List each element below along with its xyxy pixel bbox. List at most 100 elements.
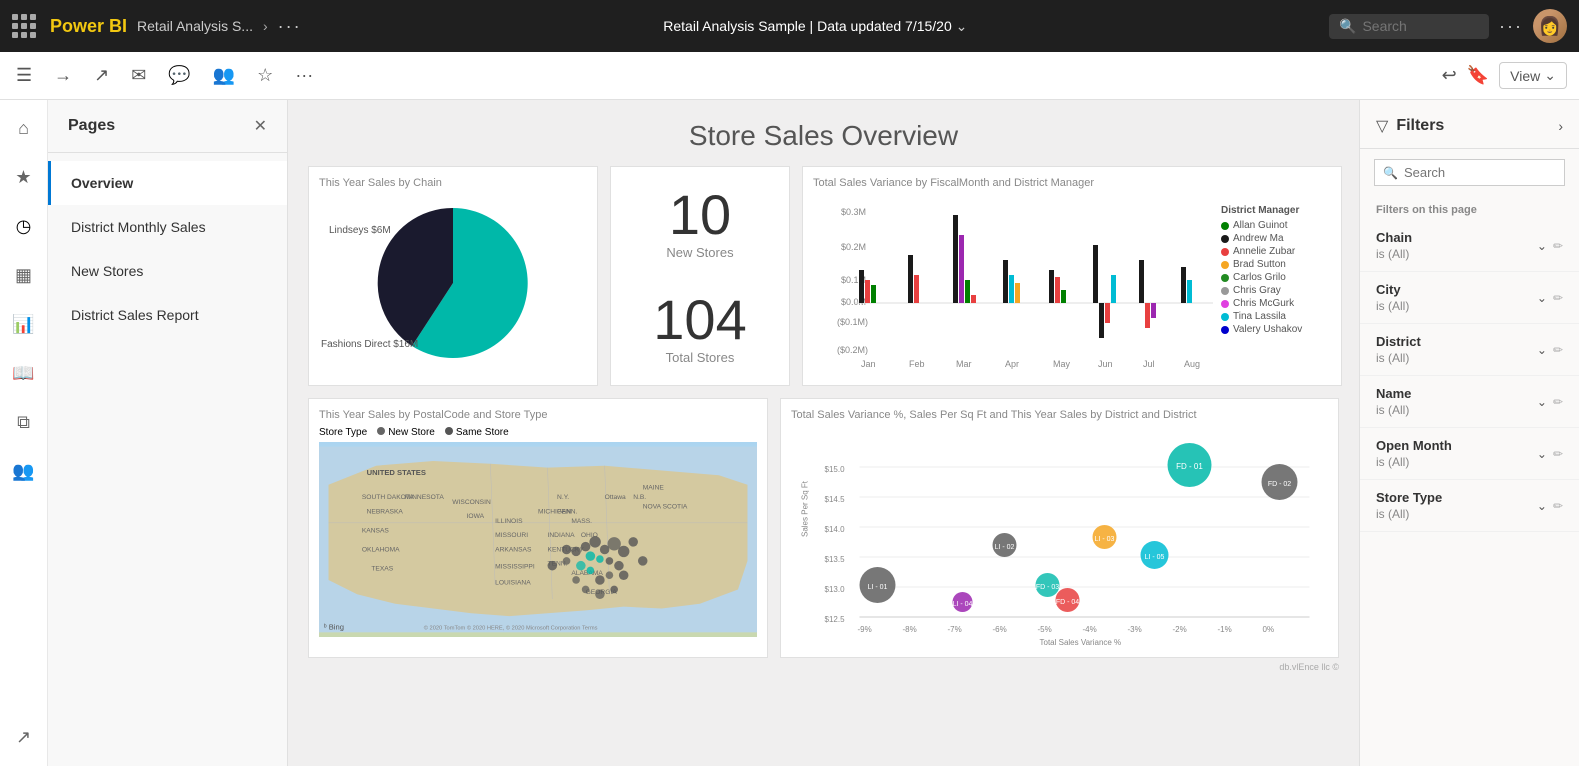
kpi-total-stores-value: 104	[653, 292, 746, 348]
map-visual[interactable]: SOUTH DAKOTA NEBRASKA KANSAS MINNESOTA W…	[319, 442, 757, 637]
filter-name-chevron[interactable]: ⌄	[1537, 395, 1547, 409]
svg-text:-5%: -5%	[1038, 625, 1052, 634]
filter-item-name[interactable]: Name is (All) ⌄ ✏	[1360, 376, 1579, 428]
page-item-overview[interactable]: Overview	[48, 161, 287, 205]
filter-item-chain[interactable]: Chain is (All) ⌄ ✏	[1360, 220, 1579, 272]
filter-item-open-month[interactable]: Open Month is (All) ⌄ ✏	[1360, 428, 1579, 480]
page-item-district-sales[interactable]: District Sales Report	[48, 293, 287, 337]
filter-city-chevron[interactable]: ⌄	[1537, 291, 1547, 305]
sidebar-expand-icon[interactable]: ↗	[10, 721, 37, 754]
pages-header: Pages ✕	[48, 100, 287, 153]
svg-text:NOVA SCOTIA: NOVA SCOTIA	[643, 504, 688, 511]
page-item-district-monthly[interactable]: District Monthly Sales	[48, 205, 287, 249]
search-icon: 🔍	[1339, 18, 1356, 35]
svg-text:May: May	[1053, 359, 1071, 369]
pie-label-fashions: Fashions Direct $16M	[321, 339, 418, 350]
map-chart-card[interactable]: This Year Sales by PostalCode and Store …	[308, 398, 768, 658]
svg-text:Apr: Apr	[1005, 359, 1019, 369]
svg-text:-7%: -7%	[948, 625, 962, 634]
svg-text:Ottawa: Ottawa	[605, 494, 626, 501]
toggle-sidebar-icon[interactable]: ☰	[12, 61, 36, 90]
svg-text:ᵇ Bing: ᵇ Bing	[324, 622, 344, 631]
reading-view-icon[interactable]: →	[50, 61, 76, 90]
svg-text:MISSOURI: MISSOURI	[495, 532, 528, 539]
filter-store-type-chevron[interactable]: ⌄	[1537, 499, 1547, 513]
svg-text:-4%: -4%	[1083, 625, 1097, 634]
bubble-chart-svg: Sales Per Sq Ft $12.5 $13.0 $13.5 $14.0 …	[791, 427, 1328, 647]
report-footer: db.vlEnce llc ©	[308, 662, 1339, 672]
pages-close-button[interactable]: ✕	[254, 116, 267, 136]
svg-text:FD - 02: FD - 02	[1268, 481, 1291, 488]
sidebar-workspace-icon[interactable]: ⧉	[11, 406, 36, 439]
top-nav: Power BI Retail Analysis S... › ··· Reta…	[0, 0, 1579, 52]
filter-item-city[interactable]: City is (All) ⌄ ✏	[1360, 272, 1579, 324]
filters-search-input[interactable]	[1404, 165, 1556, 180]
svg-text:$15.0: $15.0	[825, 465, 846, 474]
filter-district-edit[interactable]: ✏	[1553, 343, 1563, 357]
filters-section-label: Filters on this page	[1360, 196, 1579, 220]
breadcrumb[interactable]: Retail Analysis S...	[137, 18, 253, 34]
bookmark-button[interactable]: 🔖	[1467, 65, 1489, 86]
svg-text:N.B.: N.B.	[633, 494, 646, 501]
filters-search-icon: 🔍	[1383, 166, 1398, 180]
kpi-card: 10 New Stores 104 Total Stores	[610, 166, 790, 386]
filter-district-chevron[interactable]: ⌄	[1537, 343, 1547, 357]
filter-item-district[interactable]: District is (All) ⌄ ✏	[1360, 324, 1579, 376]
filter-chain-chevron[interactable]: ⌄	[1537, 239, 1547, 253]
sidebar-apps-icon[interactable]: ▦	[9, 259, 38, 292]
bubble-chart-card[interactable]: Total Sales Variance %, Sales Per Sq Ft …	[780, 398, 1339, 658]
filter-name-edit[interactable]: ✏	[1553, 395, 1563, 409]
breadcrumb-arrow: ›	[263, 18, 268, 34]
nav-more-button[interactable]: ···	[1499, 16, 1523, 37]
sidebar-favorite-icon[interactable]: ★	[9, 161, 37, 194]
kpi-new-stores-value: 10	[666, 187, 733, 243]
view-button[interactable]: View ⌄	[1499, 62, 1567, 89]
more-toolbar-icon[interactable]: ···	[291, 61, 317, 90]
teams-icon[interactable]: 👥	[209, 61, 239, 90]
sidebar-metrics-icon[interactable]: 📊	[6, 308, 40, 341]
filters-header: ▽ Filters ›	[1360, 100, 1579, 149]
export-icon[interactable]: ↗	[90, 61, 113, 90]
svg-text:-6%: -6%	[993, 625, 1007, 634]
svg-text:($0.2M): ($0.2M)	[837, 345, 868, 355]
app-launcher[interactable]	[12, 14, 36, 38]
filter-chain-edit[interactable]: ✏	[1553, 239, 1563, 253]
sidebar-recent-icon[interactable]: ◷	[10, 210, 38, 243]
filter-city-edit[interactable]: ✏	[1553, 291, 1563, 305]
sidebar-admin-icon[interactable]: 👥	[6, 455, 40, 488]
chevron-down-icon[interactable]: ⌄	[956, 18, 968, 34]
svg-text:LI - 03: LI - 03	[1095, 536, 1115, 543]
svg-text:IOWA: IOWA	[467, 513, 485, 520]
undo-button[interactable]: ↩	[1442, 65, 1457, 86]
global-search-input[interactable]	[1362, 18, 1472, 34]
favorite-icon[interactable]: ☆	[253, 61, 277, 90]
comment-icon[interactable]: 💬	[164, 61, 194, 90]
filter-open-month-edit[interactable]: ✏	[1553, 447, 1563, 461]
svg-text:-8%: -8%	[903, 625, 917, 634]
sidebar-home-icon[interactable]: ⌂	[12, 112, 35, 145]
svg-text:Mar: Mar	[956, 359, 972, 369]
email-icon[interactable]: ✉	[127, 61, 150, 90]
page-item-new-stores[interactable]: New Stores	[48, 249, 287, 293]
filter-open-month-chevron[interactable]: ⌄	[1537, 447, 1547, 461]
svg-text:Jan: Jan	[861, 359, 876, 369]
svg-text:OKLAHOMA: OKLAHOMA	[362, 546, 400, 553]
pages-title: Pages	[68, 117, 115, 135]
filters-search-box[interactable]: 🔍	[1374, 159, 1565, 186]
svg-text:($0.1M): ($0.1M)	[837, 317, 868, 327]
filter-store-type-edit[interactable]: ✏	[1553, 499, 1563, 513]
sidebar-learn-icon[interactable]: 📖	[6, 357, 40, 390]
bar-chart-card[interactable]: Total Sales Variance by FiscalMonth and …	[802, 166, 1342, 386]
pie-chart-card[interactable]: This Year Sales by Chain Lindseys $6M Fa…	[308, 166, 598, 386]
filter-item-store-type[interactable]: Store Type is (All) ⌄ ✏	[1360, 480, 1579, 532]
filters-expand-button[interactable]: ›	[1558, 118, 1563, 134]
filters-title: Filters	[1396, 117, 1444, 135]
content-area: Store Sales Overview This Year Sales by …	[288, 100, 1359, 766]
avatar[interactable]: 👩	[1533, 9, 1567, 43]
svg-text:FD - 03: FD - 03	[1036, 584, 1059, 591]
global-search-box[interactable]: 🔍	[1329, 14, 1489, 39]
svg-text:FD - 04: FD - 04	[1056, 599, 1079, 606]
kpi-new-stores-label: New Stores	[666, 245, 733, 260]
svg-text:N.Y.: N.Y.	[557, 494, 569, 501]
breadcrumb-more[interactable]: ···	[278, 16, 302, 37]
